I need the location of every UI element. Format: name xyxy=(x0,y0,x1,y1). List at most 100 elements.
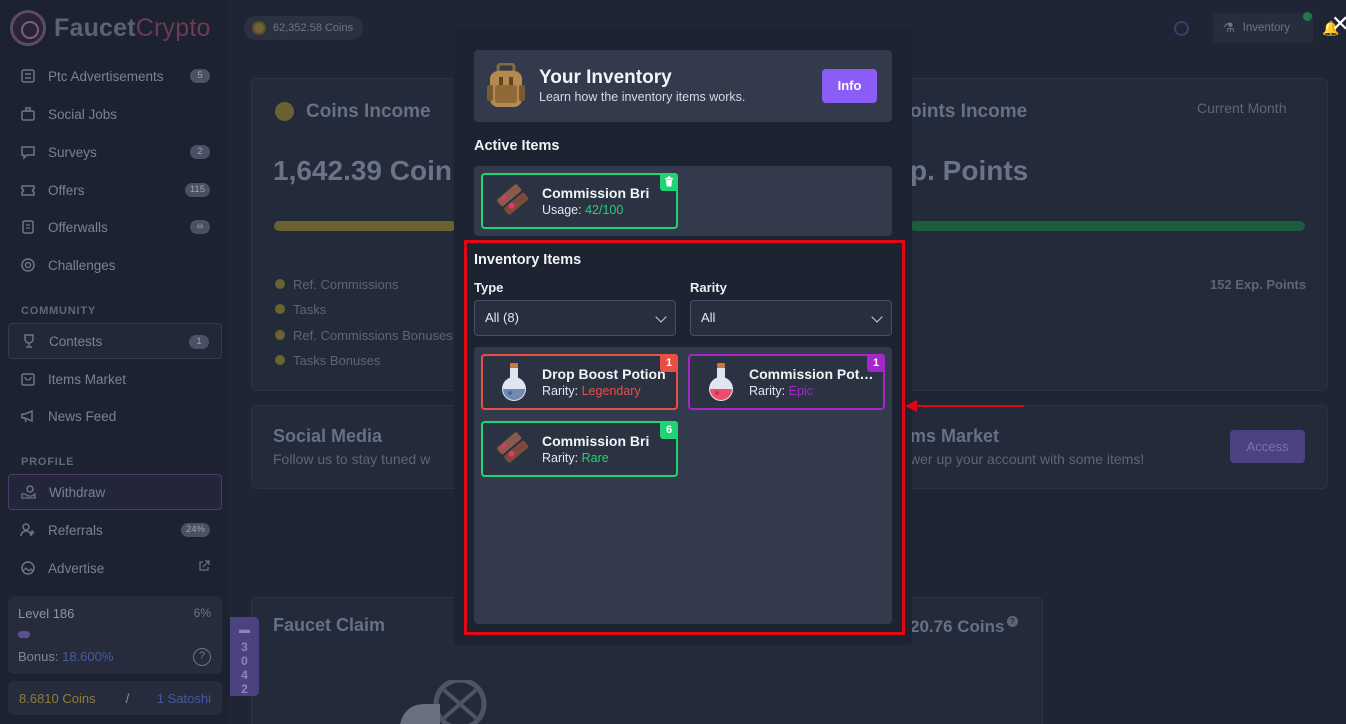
legend-ref-bonuses: Ref. Commissions Bonuses xyxy=(293,328,453,343)
active-items-title: Active Items xyxy=(474,138,560,154)
info-button[interactable]: Info xyxy=(822,69,877,103)
legend-ref-commissions: Ref. Commissions xyxy=(293,277,399,292)
megaphone-icon xyxy=(18,406,38,426)
chat-icon: ▬ xyxy=(239,624,250,636)
logo-text: FaucetCrypto xyxy=(54,13,211,42)
document-icon xyxy=(18,217,38,237)
sidebar-item-news-feed[interactable]: News Feed xyxy=(8,398,222,434)
ticket-icon xyxy=(18,180,38,200)
bullet-icon xyxy=(275,304,285,314)
faucet-claim-title: Faucet Claim xyxy=(273,615,386,635)
trash-icon[interactable] xyxy=(660,173,678,191)
logo-icon xyxy=(10,10,46,46)
count-badge: 2 xyxy=(190,145,210,159)
flask-icon: ⚗ xyxy=(1223,20,1235,35)
level-label: Level 186 xyxy=(18,606,75,621)
side-chat-tab[interactable]: ▬ 3 0 4 2 xyxy=(230,617,259,696)
faucet-icon xyxy=(400,680,487,724)
item-usage: Usage: 42/100 xyxy=(542,203,624,217)
sidebar-item-label: Ptc Advertisements xyxy=(48,68,164,84)
items-market-subtitle: wer up your account with some items! xyxy=(910,451,1145,467)
active-item-card[interactable]: Commission Bri Usage: 42/100 xyxy=(481,173,678,229)
sidebar-item-label: Challenges xyxy=(48,257,116,273)
shop-icon xyxy=(18,369,38,389)
access-button[interactable]: Access xyxy=(1230,430,1305,463)
sidebar-item-label: Offers xyxy=(48,182,85,198)
count-badge: 5 xyxy=(190,69,210,83)
sidebar-item-offers[interactable]: Offers 115 xyxy=(8,172,222,208)
balance-panel: 8.6810 Coins / 1 Satoshi xyxy=(8,681,222,715)
coin-icon xyxy=(252,21,266,35)
sidebar-item-challenges[interactable]: Challenges xyxy=(8,247,222,283)
sidebar-item-advertise[interactable]: Advertise xyxy=(8,550,222,586)
coin-icon xyxy=(275,102,294,121)
level-progress-bar xyxy=(18,631,30,638)
help-icon[interactable]: ? xyxy=(1007,616,1018,627)
logo[interactable]: FaucetCrypto xyxy=(10,9,211,47)
sidebar-item-label: Advertise xyxy=(48,560,105,576)
sidebar-item-label: News Feed xyxy=(48,408,117,424)
coins-income-bar xyxy=(274,221,456,231)
briefcase-icon xyxy=(18,104,38,124)
exp-points: 152 Exp. Points xyxy=(1210,277,1307,292)
image-icon xyxy=(18,558,38,578)
sidebar-item-label: Surveys xyxy=(48,144,97,160)
inventory-button-label: Inventory xyxy=(1242,22,1290,34)
bullet-icon xyxy=(275,355,285,365)
help-icon[interactable]: ? xyxy=(193,648,211,666)
legend-tasks: Tasks xyxy=(293,302,327,317)
count-badge: ∞ xyxy=(190,220,210,234)
count-badge: 1 xyxy=(189,335,209,349)
sidebar-item-label: Contests xyxy=(49,333,103,349)
coin-balance: 62,352.58 Coins xyxy=(273,22,354,34)
sidebar-item-offerwalls[interactable]: Offerwalls ∞ xyxy=(8,209,222,245)
chat-icon xyxy=(18,142,38,162)
section-heading-community: COMMUNITY xyxy=(21,305,97,317)
bullet-icon xyxy=(275,330,285,340)
items-market-title: ms Market xyxy=(910,426,1000,446)
social-media-title: Social Media xyxy=(273,426,383,446)
coin-balance-pill: 62,352.58 Coins xyxy=(244,16,364,40)
sidebar-item-surveys[interactable]: Surveys 2 xyxy=(8,134,222,170)
item-name: Commission Bri xyxy=(542,185,650,201)
bullet-icon xyxy=(275,279,285,289)
sidebar-item-social-jobs[interactable]: Social Jobs xyxy=(8,96,222,132)
count-badge: 24% xyxy=(180,523,210,537)
sidebar-item-items-market[interactable]: Items Market xyxy=(8,361,222,397)
side-tab-digit: 2 xyxy=(241,682,248,696)
legend-tasks-bonuses: Tasks Bonuses xyxy=(293,353,381,368)
sidebar-item-referrals[interactable]: Referrals 24% xyxy=(8,512,222,548)
globe-icon[interactable] xyxy=(1174,21,1189,36)
inventory-button[interactable]: ⚗ Inventory xyxy=(1213,13,1313,43)
external-link-icon xyxy=(198,560,210,575)
side-tab-digit: 4 xyxy=(241,668,248,682)
sidebar-item-label: Items Market xyxy=(48,371,127,387)
points-income-value: p. Points xyxy=(910,155,1029,186)
sidebar-item-label: Withdraw xyxy=(49,484,106,500)
hand-coin-icon xyxy=(19,482,39,502)
sidebar-item-withdraw[interactable]: Withdraw xyxy=(8,474,222,510)
online-indicator xyxy=(1303,12,1312,21)
close-icon[interactable]: ✕ xyxy=(1331,13,1346,35)
points-income-bar xyxy=(910,221,1305,231)
sidebar-item-label: Offerwalls xyxy=(48,219,108,235)
balance-separator: / xyxy=(125,690,130,706)
trophy-icon xyxy=(19,331,39,351)
balance-coins: 8.6810 Coins xyxy=(19,690,96,706)
coins-income-title: Coins Income xyxy=(306,101,431,122)
arrow-head-icon xyxy=(905,400,917,412)
annotation-arrow xyxy=(916,405,1024,407)
social-media-subtitle: Follow us to stay tuned w xyxy=(273,451,431,467)
sidebar-item-ptc-advertisements[interactable]: Ptc Advertisements 5 xyxy=(8,58,222,94)
level-panel: Level 186 6% Bonus: 18.600% ? xyxy=(8,596,222,674)
sidebar-item-contests[interactable]: Contests 1 xyxy=(8,323,222,359)
faucet-claim-value: 20.76 Coins xyxy=(910,617,1005,636)
side-tab-digit: 0 xyxy=(241,654,248,668)
level-percent: 6% xyxy=(193,606,211,620)
current-month-label: Current Month xyxy=(1197,100,1287,116)
inventory-subtitle: Learn how the inventory items works. xyxy=(539,90,746,104)
bonus-text: Bonus: 18.600% xyxy=(18,649,114,664)
balance-satoshi: 1 Satoshi xyxy=(156,690,211,706)
coins-income-value: 1,642.39 Coin xyxy=(273,155,452,186)
bricks-icon xyxy=(497,184,529,215)
